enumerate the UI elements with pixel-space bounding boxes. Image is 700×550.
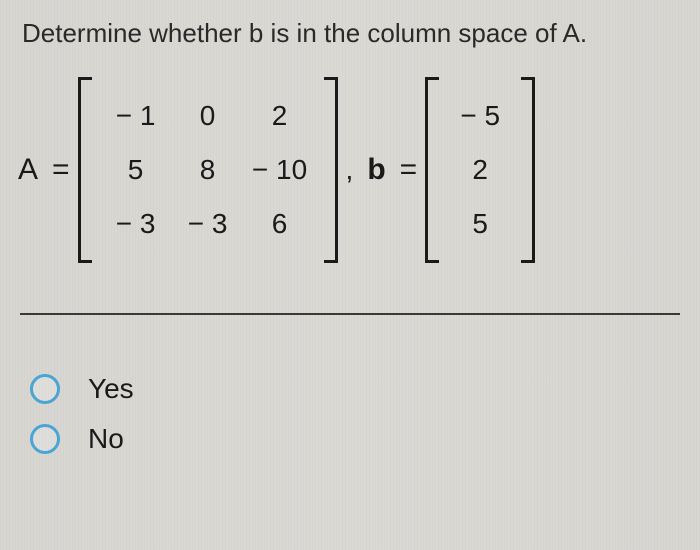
matrix-cell: − 5 [447, 100, 513, 132]
section-divider [20, 313, 680, 315]
comma-separator: , [346, 154, 354, 186]
option-no[interactable]: No [30, 423, 670, 455]
matrix-A-label: A [18, 153, 38, 187]
answer-options: Yes No [0, 345, 700, 483]
matrix-cell: 2 [244, 100, 316, 132]
option-label: No [88, 423, 124, 455]
option-label: Yes [88, 373, 134, 405]
matrix-cell: − 10 [244, 154, 316, 186]
vector-b: − 5 2 5 [425, 77, 535, 263]
matrix-cell: 5 [447, 208, 513, 240]
option-yes[interactable]: Yes [30, 373, 670, 405]
bracket-left-icon [78, 77, 92, 263]
matrix-cell: 8 [172, 154, 244, 186]
radio-icon[interactable] [30, 424, 60, 454]
matrix-cell: − 3 [172, 208, 244, 240]
equals-sign-1: = [52, 153, 70, 187]
equals-sign-2: = [400, 153, 418, 187]
vector-b-grid: − 5 2 5 [439, 77, 521, 263]
radio-icon[interactable] [30, 374, 60, 404]
matrix-cell: − 3 [100, 208, 172, 240]
bracket-right-icon [521, 77, 535, 263]
vector-b-label: b [367, 153, 385, 187]
matrix-cell: 5 [100, 154, 172, 186]
matrix-cell: 2 [447, 154, 513, 186]
matrix-cell: − 1 [100, 100, 172, 132]
matrix-cell: 0 [172, 100, 244, 132]
bracket-right-icon [324, 77, 338, 263]
bracket-left-icon [425, 77, 439, 263]
question-text: Determine whether b is in the column spa… [0, 0, 700, 57]
matrix-A-grid: − 1 0 2 5 8 − 10 − 3 − 3 6 [92, 77, 324, 263]
matrix-cell: 6 [244, 208, 316, 240]
equation-area: A = − 1 0 2 5 8 − 10 − 3 − 3 6 , b = − 5… [0, 57, 700, 293]
matrix-A: − 1 0 2 5 8 − 10 − 3 − 3 6 [78, 77, 338, 263]
